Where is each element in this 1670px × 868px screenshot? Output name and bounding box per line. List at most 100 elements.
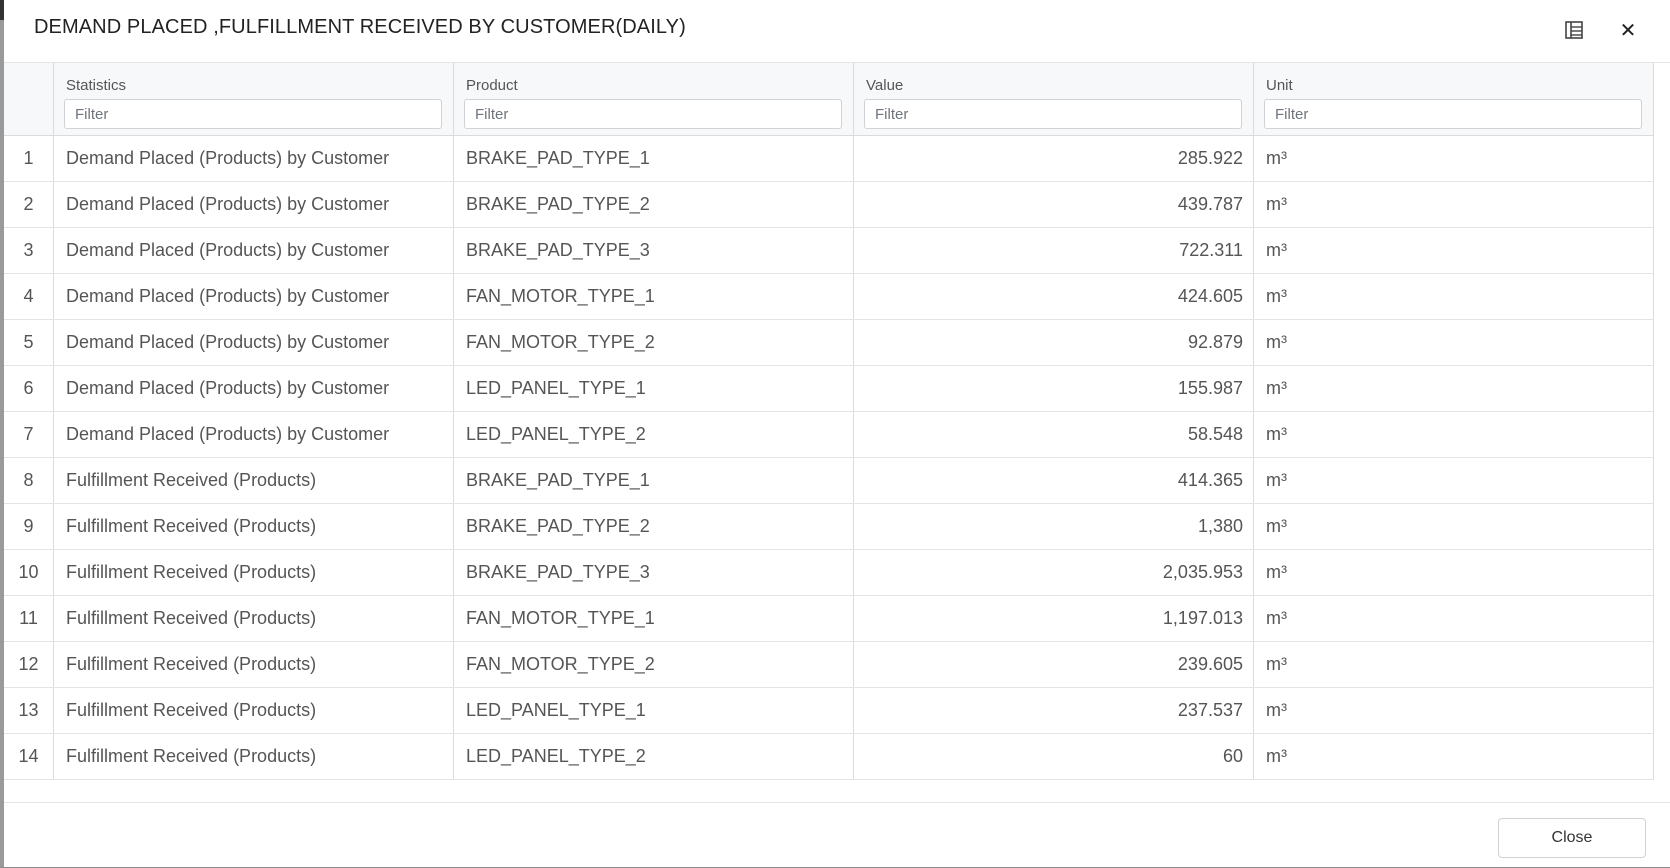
statistics-cell: Fulfillment Received (Products) — [54, 596, 454, 641]
unit-cell: m³ — [1254, 274, 1654, 319]
column-chooser-icon[interactable] — [1560, 16, 1588, 44]
table-row[interactable]: 11 Fulfillment Received (Products) FAN_M… — [4, 596, 1654, 642]
close-icon[interactable]: ✕ — [1614, 16, 1642, 44]
unit-cell: m³ — [1254, 458, 1654, 503]
row-index: 5 — [4, 320, 54, 365]
row-index: 4 — [4, 274, 54, 319]
value-cell: 239.605 — [854, 642, 1254, 687]
statistics-cell: Fulfillment Received (Products) — [54, 734, 454, 779]
unit-cell: m³ — [1254, 688, 1654, 733]
table-row[interactable]: 7 Demand Placed (Products) by Customer L… — [4, 412, 1654, 458]
unit-filter-input[interactable] — [1264, 99, 1642, 129]
statistics-cell: Demand Placed (Products) by Customer — [54, 136, 454, 181]
statistics-cell: Demand Placed (Products) by Customer — [54, 412, 454, 457]
value-cell: 2,035.953 — [854, 550, 1254, 595]
value-cell: 155.987 — [854, 366, 1254, 411]
value-cell: 285.922 — [854, 136, 1254, 181]
product-cell: FAN_MOTOR_TYPE_2 — [454, 642, 854, 687]
product-cell: FAN_MOTOR_TYPE_1 — [454, 596, 854, 641]
table-row[interactable]: 2 Demand Placed (Products) by Customer B… — [4, 182, 1654, 228]
statistics-cell: Fulfillment Received (Products) — [54, 458, 454, 503]
product-cell: FAN_MOTOR_TYPE_2 — [454, 320, 854, 365]
product-cell: LED_PANEL_TYPE_1 — [454, 366, 854, 411]
statistics-dialog: DEMAND PLACED ,FULFILLMENT RECEIVED BY C… — [4, 0, 1670, 867]
product-cell: BRAKE_PAD_TYPE_2 — [454, 182, 854, 227]
value-column-header[interactable]: Value — [854, 63, 1254, 135]
product-cell: BRAKE_PAD_TYPE_1 — [454, 458, 854, 503]
table-row[interactable]: 14 Fulfillment Received (Products) LED_P… — [4, 734, 1654, 780]
statistics-cell: Fulfillment Received (Products) — [54, 504, 454, 549]
statistics-cell: Demand Placed (Products) by Customer — [54, 320, 454, 365]
product-cell: BRAKE_PAD_TYPE_3 — [454, 550, 854, 595]
unit-header-label: Unit — [1266, 77, 1293, 94]
row-index: 13 — [4, 688, 54, 733]
product-cell: LED_PANEL_TYPE_2 — [454, 412, 854, 457]
product-cell: LED_PANEL_TYPE_2 — [454, 734, 854, 779]
product-column-header[interactable]: Product — [454, 63, 854, 135]
data-grid: Statistics Product Value Unit 1 Demand P… — [4, 63, 1654, 780]
row-index: 7 — [4, 412, 54, 457]
row-index: 3 — [4, 228, 54, 273]
value-cell: 237.537 — [854, 688, 1254, 733]
table-row[interactable]: 1 Demand Placed (Products) by Customer B… — [4, 136, 1654, 182]
unit-cell: m³ — [1254, 228, 1654, 273]
row-index: 1 — [4, 136, 54, 181]
unit-cell: m³ — [1254, 596, 1654, 641]
statistics-column-header[interactable]: Statistics — [54, 63, 454, 135]
value-cell: 1,380 — [854, 504, 1254, 549]
table-row[interactable]: 13 Fulfillment Received (Products) LED_P… — [4, 688, 1654, 734]
value-cell: 439.787 — [854, 182, 1254, 227]
table-row[interactable]: 3 Demand Placed (Products) by Customer B… — [4, 228, 1654, 274]
table-row[interactable]: 10 Fulfillment Received (Products) BRAKE… — [4, 550, 1654, 596]
table-row[interactable]: 6 Demand Placed (Products) by Customer L… — [4, 366, 1654, 412]
unit-cell: m³ — [1254, 320, 1654, 365]
value-filter-input[interactable] — [864, 99, 1242, 129]
row-index: 11 — [4, 596, 54, 641]
table-row[interactable]: 12 Fulfillment Received (Products) FAN_M… — [4, 642, 1654, 688]
unit-cell: m³ — [1254, 734, 1654, 779]
index-header — [4, 63, 54, 135]
table-row[interactable]: 9 Fulfillment Received (Products) BRAKE_… — [4, 504, 1654, 550]
value-cell: 1,197.013 — [854, 596, 1254, 641]
unit-cell: m³ — [1254, 642, 1654, 687]
grid-body: 1 Demand Placed (Products) by Customer B… — [4, 136, 1654, 780]
row-index: 8 — [4, 458, 54, 503]
row-index: 14 — [4, 734, 54, 779]
unit-cell: m³ — [1254, 412, 1654, 457]
statistics-cell: Demand Placed (Products) by Customer — [54, 366, 454, 411]
product-cell: BRAKE_PAD_TYPE_3 — [454, 228, 854, 273]
unit-cell: m³ — [1254, 366, 1654, 411]
product-cell: FAN_MOTOR_TYPE_1 — [454, 274, 854, 319]
row-index: 6 — [4, 366, 54, 411]
unit-cell: m³ — [1254, 182, 1654, 227]
product-cell: LED_PANEL_TYPE_1 — [454, 688, 854, 733]
row-index: 2 — [4, 182, 54, 227]
statistics-cell: Fulfillment Received (Products) — [54, 642, 454, 687]
table-row[interactable]: 4 Demand Placed (Products) by Customer F… — [4, 274, 1654, 320]
unit-cell: m³ — [1254, 136, 1654, 181]
product-header-label: Product — [466, 77, 518, 94]
product-filter-input[interactable] — [464, 99, 842, 129]
dialog-header: DEMAND PLACED ,FULFILLMENT RECEIVED BY C… — [4, 0, 1670, 63]
table-row[interactable]: 8 Fulfillment Received (Products) BRAKE_… — [4, 458, 1654, 504]
statistics-cell: Demand Placed (Products) by Customer — [54, 274, 454, 319]
row-index: 10 — [4, 550, 54, 595]
row-index: 9 — [4, 504, 54, 549]
unit-cell: m³ — [1254, 504, 1654, 549]
statistics-cell: Fulfillment Received (Products) — [54, 688, 454, 733]
statistics-filter-input[interactable] — [64, 99, 442, 129]
row-index: 12 — [4, 642, 54, 687]
close-button[interactable]: Close — [1498, 818, 1646, 858]
unit-column-header[interactable]: Unit — [1254, 63, 1654, 135]
value-header-label: Value — [866, 77, 904, 94]
unit-cell: m³ — [1254, 550, 1654, 595]
statistics-cell: Demand Placed (Products) by Customer — [54, 182, 454, 227]
value-cell: 58.548 — [854, 412, 1254, 457]
table-row[interactable]: 5 Demand Placed (Products) by Customer F… — [4, 320, 1654, 366]
grid-header: Statistics Product Value Unit — [4, 63, 1654, 136]
value-cell: 424.605 — [854, 274, 1254, 319]
dialog-title: DEMAND PLACED ,FULFILLMENT RECEIVED BY C… — [34, 16, 686, 38]
value-cell: 414.365 — [854, 458, 1254, 503]
value-cell: 92.879 — [854, 320, 1254, 365]
value-cell: 60 — [854, 734, 1254, 779]
